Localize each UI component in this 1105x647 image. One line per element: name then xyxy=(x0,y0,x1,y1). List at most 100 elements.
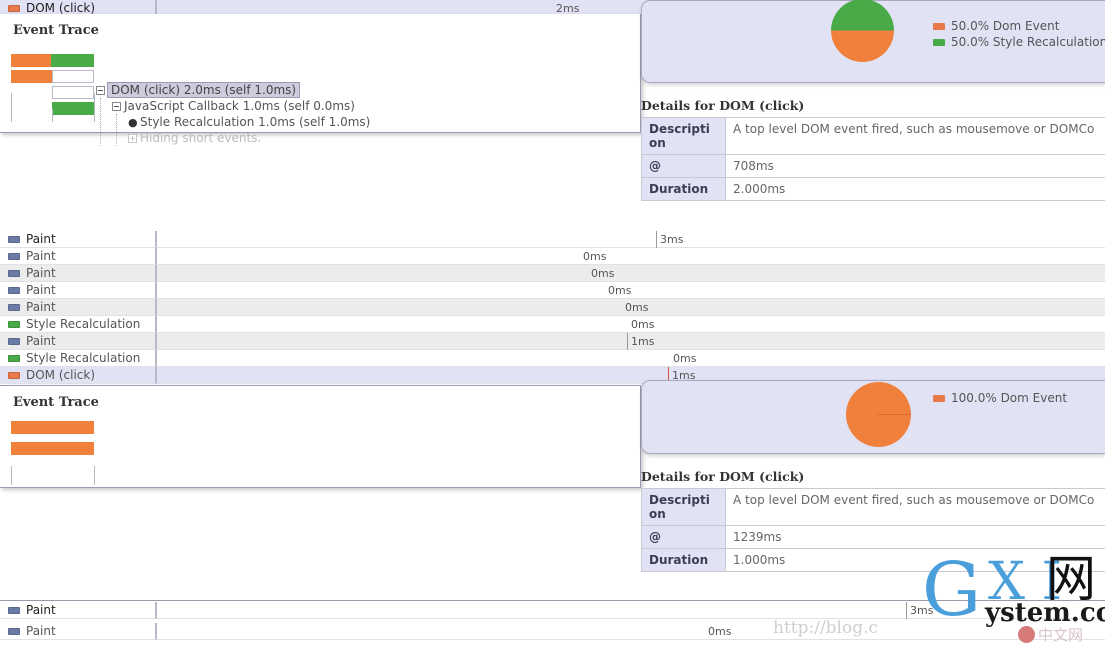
track-start-divider xyxy=(156,265,157,282)
minibar-seg-dom-event xyxy=(11,421,94,434)
timeline-row-label: Paint xyxy=(0,282,156,298)
timeline-row-label: Paint xyxy=(0,265,156,281)
details-key: Duration xyxy=(641,177,726,201)
trace-chart-panel-2: 100.0% Dom Event xyxy=(641,380,1105,454)
timeline-track[interactable]: 0ms xyxy=(156,248,1105,265)
event-type-swatch-icon xyxy=(8,4,20,12)
event-type-swatch-icon xyxy=(8,286,20,294)
legend-item: 50.0% Dom Event xyxy=(933,18,1105,34)
timeline-track[interactable]: 0ms xyxy=(156,316,1105,333)
timeline-track[interactable]: 0ms xyxy=(156,299,1105,316)
details-panel-2: Details for DOM (click) Description A top… xyxy=(641,469,1105,572)
timeline-row-name: DOM (click) xyxy=(26,1,96,15)
timeline-row-label: DOM (click) xyxy=(0,367,156,383)
timeline-marker: 3ms xyxy=(656,231,683,248)
timeline-row-label: Paint xyxy=(0,602,156,618)
timeline-row-label: Paint xyxy=(0,333,156,349)
details-value: 1239ms xyxy=(725,525,1105,549)
timeline-row-name: Paint xyxy=(26,266,56,280)
timeline-row[interactable]: Paint 1ms xyxy=(0,333,1105,350)
tree-node-label: Hiding short events. xyxy=(140,131,262,145)
timeline-marker-label: 2ms xyxy=(556,1,580,15)
timeline-row[interactable]: Paint 0ms xyxy=(0,282,1105,299)
timeline-marker: 0ms xyxy=(591,265,614,281)
timeline-marker-label: 0ms xyxy=(591,266,615,280)
details-key: Duration xyxy=(641,548,726,572)
tree-node[interactable]: Hiding short events. xyxy=(96,130,370,146)
timeline-row[interactable]: Style Recalculation 0ms xyxy=(0,350,1105,367)
timeline-row-name: DOM (click) xyxy=(26,368,96,382)
tree-node-label: Style Recalculation 1.0ms (self 1.0ms) xyxy=(140,115,371,129)
timeline-track[interactable]: 0ms xyxy=(156,350,1105,367)
minibar-seg-dom xyxy=(11,442,94,455)
timeline-track[interactable]: 0ms xyxy=(156,282,1105,299)
details-value: A top level DOM event fired, such as mou… xyxy=(725,117,1105,155)
details-row: Description A top level DOM event fired, … xyxy=(641,488,1105,526)
tree-node-label: DOM (click) 2.0ms (self 1.0ms) xyxy=(107,82,301,98)
timeline-marker: 0ms xyxy=(625,299,648,315)
legend-swatch-dom-event xyxy=(933,22,945,30)
event-trace-panel-1: Event Trace DOM (click) 2.0ms (self 1.0m… xyxy=(0,14,641,146)
legend-item: 50.0% Style Recalculation xyxy=(933,34,1105,50)
timeline-row-label: Style Recalculation xyxy=(0,316,156,332)
expand-toggle-icon[interactable] xyxy=(128,133,137,143)
timeline-tick-icon xyxy=(656,231,657,248)
tree-guide-line xyxy=(100,98,101,146)
trace-chart-panel-1: 50.0% Dom Event 50.0% Style Recalculatio… xyxy=(641,0,1105,83)
details-table-1: Description A top level DOM event fired, … xyxy=(641,117,1105,201)
track-start-divider xyxy=(156,623,157,640)
event-trace-title: Event Trace xyxy=(13,395,99,410)
timeline-row[interactable]: Style Recalculation 0ms xyxy=(0,316,1105,333)
track-start-divider xyxy=(156,282,157,299)
details-title: Details for DOM (click) xyxy=(641,469,805,484)
minibar-seg-style-recalc xyxy=(51,54,94,67)
timeline-row-name: Paint xyxy=(26,334,56,348)
details-key: @ xyxy=(641,154,726,178)
timeline-marker: 0ms xyxy=(673,350,696,366)
timeline-marker-label: 3ms xyxy=(910,603,934,617)
timeline-track[interactable]: 3ms xyxy=(156,231,1105,248)
track-start-divider xyxy=(156,299,157,316)
timeline-track[interactable]: 0ms xyxy=(156,265,1105,282)
track-start-divider xyxy=(156,231,157,248)
legend-label: 50.0% Style Recalculation xyxy=(951,35,1105,49)
timeline-row[interactable]: Paint 3ms xyxy=(0,602,1105,619)
timeline-row[interactable]: Paint 3ms xyxy=(0,231,1105,248)
timeline-marker: 0ms xyxy=(631,316,654,332)
timeline-track[interactable]: 0ms xyxy=(156,623,1105,640)
timeline-row[interactable]: Paint 0ms xyxy=(0,623,1105,640)
bottom-timeline-divider xyxy=(0,600,1105,601)
timeline-marker: 0ms xyxy=(583,248,606,264)
collapse-toggle-icon[interactable] xyxy=(112,101,121,111)
event-trace-title: Event Trace xyxy=(13,23,99,38)
event-trace-tree-1[interactable]: DOM (click) 2.0ms (self 1.0ms) JavaScript… xyxy=(96,82,370,146)
track-start-divider xyxy=(156,316,157,333)
timeline-track[interactable]: 3ms xyxy=(156,602,1105,619)
minibar-guide-left xyxy=(11,466,12,485)
timeline-marker: 0ms xyxy=(708,623,731,639)
tree-node[interactable]: JavaScript Callback 1.0ms (self 0.0ms) xyxy=(96,98,370,114)
track-start-divider xyxy=(156,602,157,619)
bullet-icon: ● xyxy=(128,115,138,129)
track-start-divider xyxy=(156,248,157,265)
minibar-guide-right xyxy=(94,93,95,122)
details-value: 708ms xyxy=(725,154,1105,178)
track-start-divider xyxy=(156,367,157,384)
timeline-row-name: Style Recalculation xyxy=(26,351,141,365)
details-title: Details for DOM (click) xyxy=(641,98,805,113)
tree-node[interactable]: DOM (click) 2.0ms (self 1.0ms) xyxy=(96,82,370,98)
tree-node[interactable]: ● Style Recalculation 1.0ms (self 1.0ms) xyxy=(96,114,370,130)
timeline-row[interactable]: Paint 0ms xyxy=(0,299,1105,316)
legend-label: 50.0% Dom Event xyxy=(951,19,1060,33)
pie-legend-1: 50.0% Dom Event 50.0% Style Recalculatio… xyxy=(933,18,1105,50)
timeline-row-label: Paint xyxy=(0,299,156,315)
timeline-row[interactable]: Paint 0ms xyxy=(0,265,1105,282)
timeline-track[interactable]: 1ms xyxy=(156,333,1105,350)
event-type-swatch-icon xyxy=(8,371,20,379)
timeline-marker: 0ms xyxy=(608,282,631,298)
details-row: Duration 2.000ms xyxy=(641,177,1105,201)
minibar-guide-right xyxy=(94,466,95,485)
timeline-marker-label: 0ms xyxy=(608,283,632,297)
collapse-toggle-icon[interactable] xyxy=(96,85,105,95)
timeline-row[interactable]: Paint 0ms xyxy=(0,248,1105,265)
